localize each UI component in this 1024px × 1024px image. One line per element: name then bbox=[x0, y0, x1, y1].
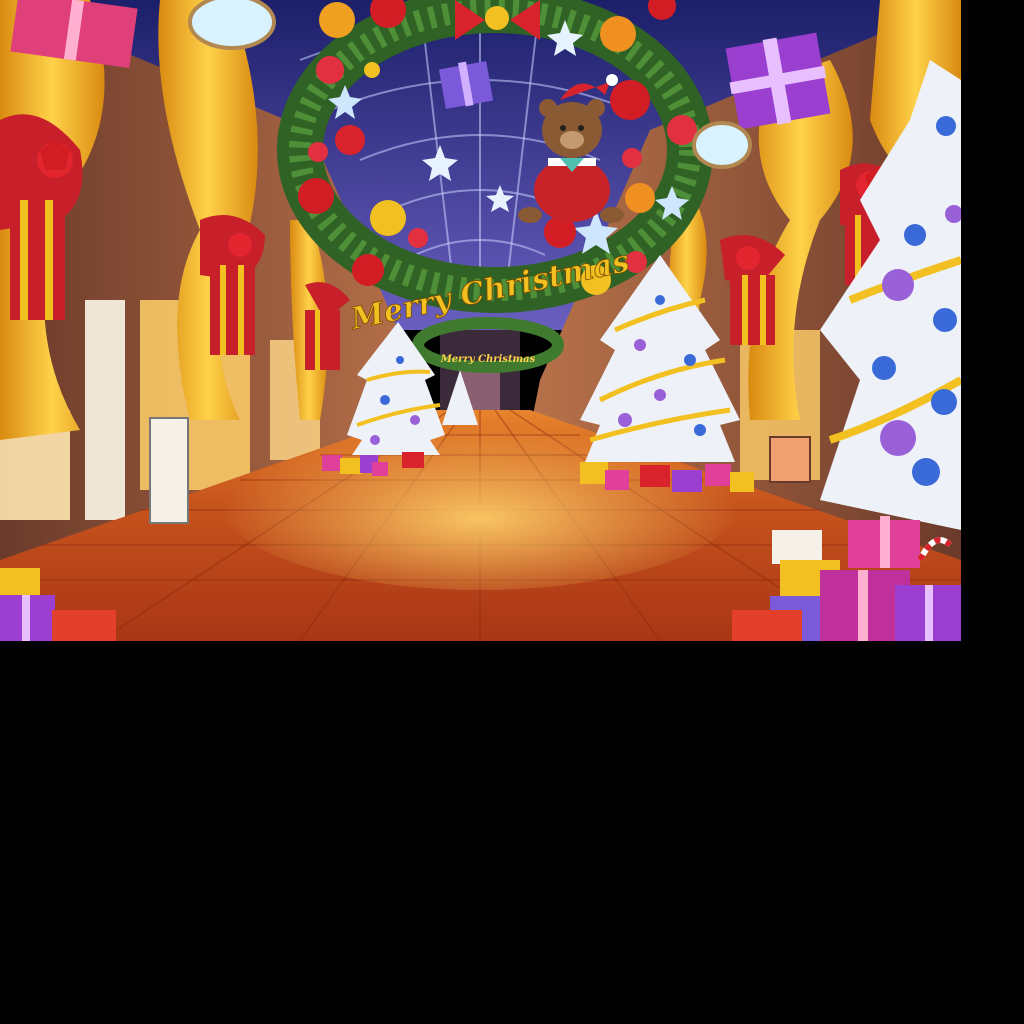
left-tile-pillar bbox=[85, 300, 125, 520]
game-scene-background: Merry Christmas Merry Christmas bbox=[0, 0, 961, 641]
letterbox-right bbox=[961, 0, 1024, 641]
sign-stand bbox=[149, 417, 189, 524]
sign-stand-right bbox=[769, 436, 811, 483]
hanging-gift-box-purple-center bbox=[438, 61, 494, 109]
letterbox-bottom bbox=[0, 641, 1024, 1024]
distant-wreath-text: Merry Christmas bbox=[440, 354, 536, 365]
hanging-gift-box-purple-right bbox=[725, 32, 831, 130]
ceiling-lamp-right bbox=[692, 121, 752, 169]
ceiling-lamp-left bbox=[188, 0, 276, 50]
